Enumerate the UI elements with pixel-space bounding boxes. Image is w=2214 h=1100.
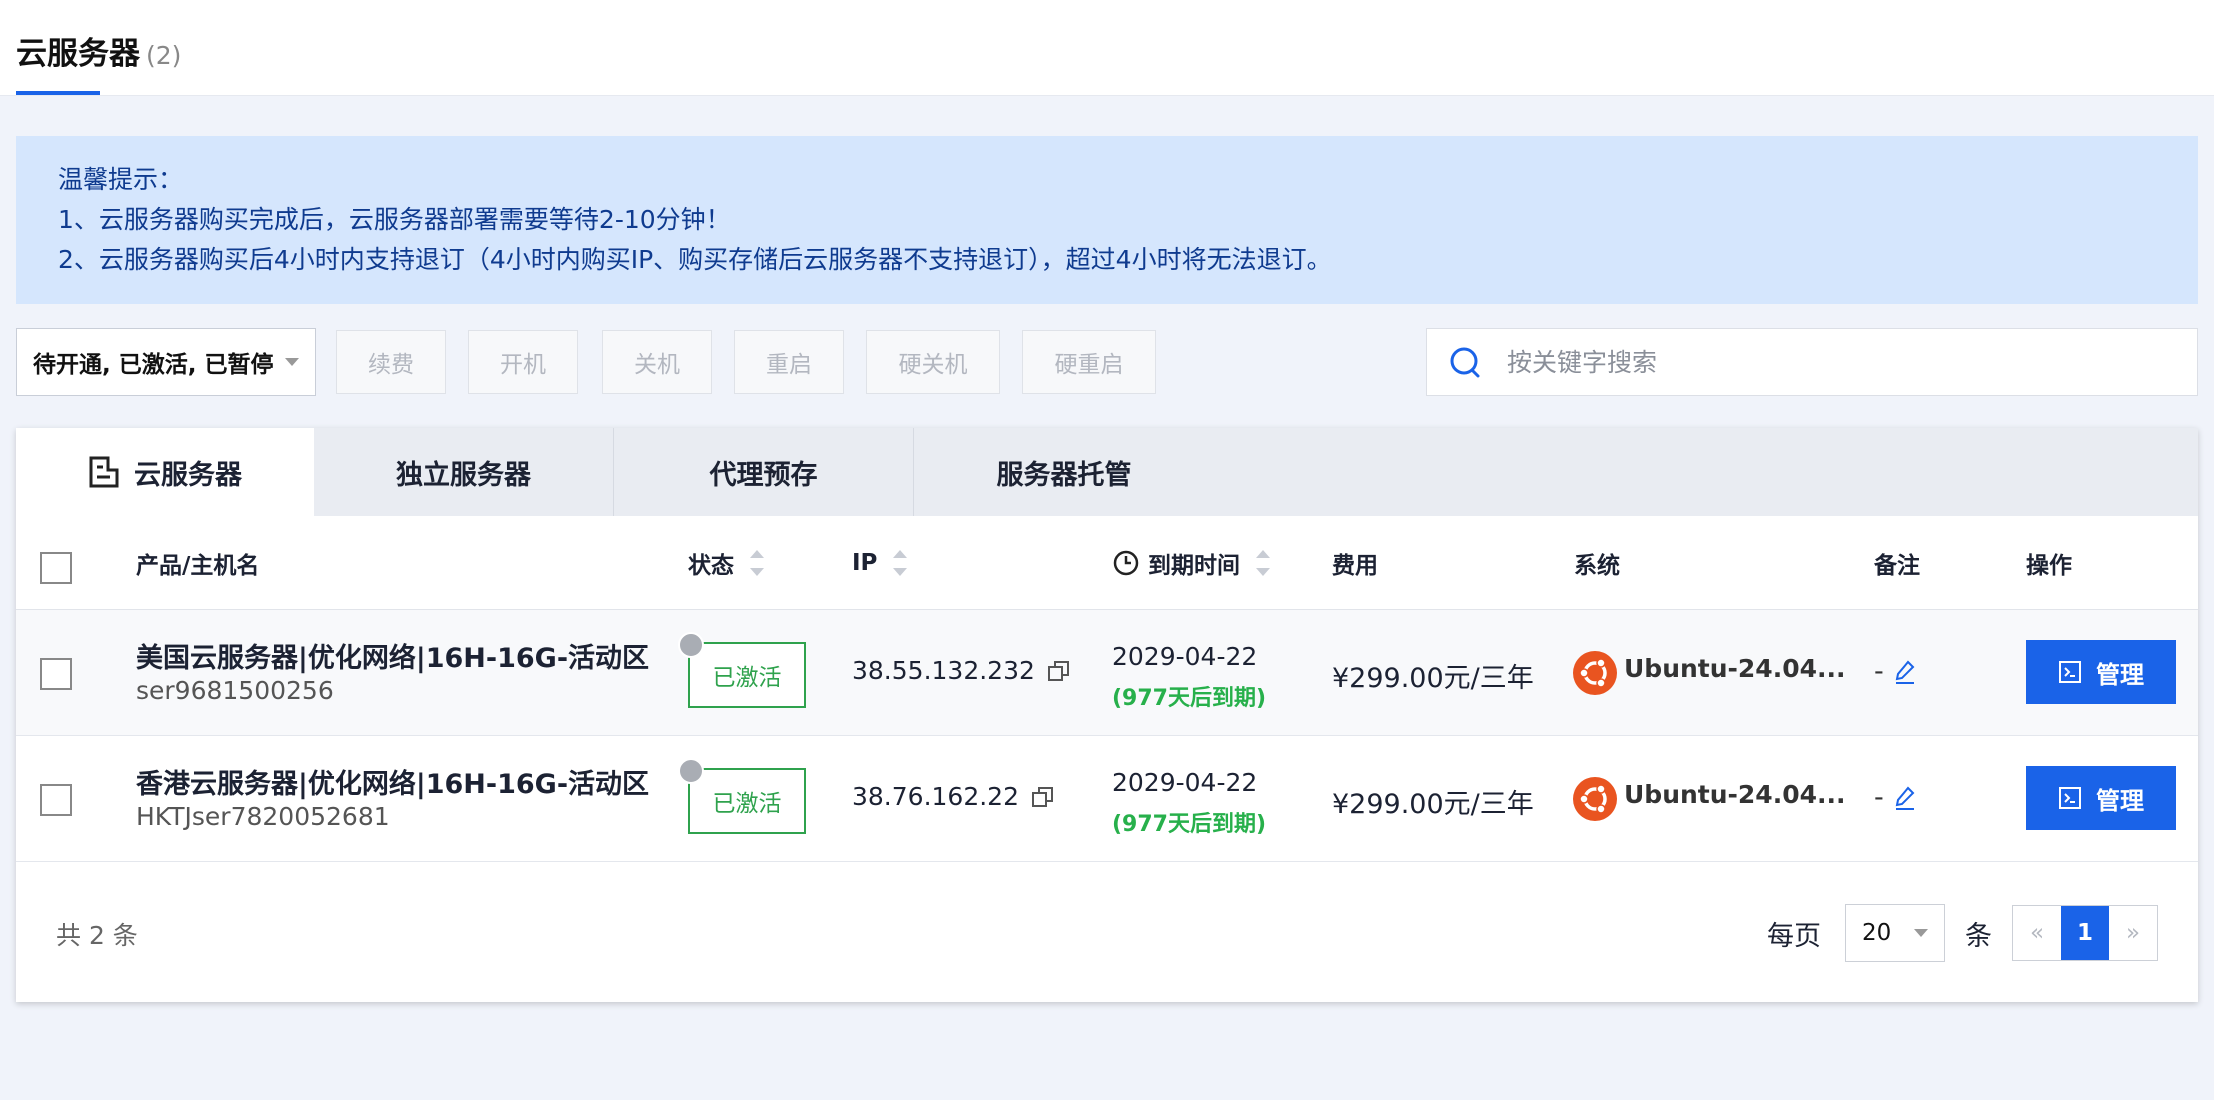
title-underline bbox=[16, 91, 100, 95]
tab-server-hosting[interactable]: 服务器托管 bbox=[914, 428, 1214, 516]
ip-address: 38.76.162.22 bbox=[852, 782, 1019, 811]
note-cell: - bbox=[1874, 656, 1916, 687]
prev-page-button[interactable]: « bbox=[2013, 906, 2061, 960]
toolbar: 待开通, 已激活, 已暂停 续费 开机 关机 重启 硬关机 硬重启 bbox=[16, 328, 2198, 396]
notice-line-1: 1、云服务器购买完成后，云服务器部署需要等待2-10分钟！ bbox=[58, 205, 731, 234]
note-value: - bbox=[1874, 656, 1884, 687]
terminal-icon bbox=[2059, 661, 2081, 683]
page-size-select[interactable]: 20 bbox=[1845, 904, 1945, 962]
column-status-label: 状态 bbox=[688, 553, 734, 579]
column-ip-label: IP bbox=[852, 550, 878, 576]
edit-pencil-icon[interactable] bbox=[1894, 785, 1916, 811]
power-off-button[interactable]: 关机 bbox=[602, 330, 712, 394]
restart-button[interactable]: 重启 bbox=[734, 330, 844, 394]
search-icon[interactable] bbox=[1449, 346, 1481, 378]
clock-icon bbox=[1113, 550, 1139, 576]
column-ip[interactable]: IP bbox=[852, 516, 908, 610]
pagination: 每页 20 条 « 1 » bbox=[1767, 904, 2158, 962]
row-checkbox[interactable] bbox=[40, 784, 72, 816]
column-note: 备注 bbox=[1874, 553, 1920, 579]
status-dot bbox=[678, 632, 704, 658]
status-filter-value: 待开通, 已激活, 已暂停 bbox=[33, 352, 274, 378]
manage-button-label: 管理 bbox=[2096, 660, 2144, 689]
hard-restart-button[interactable]: 硬重启 bbox=[1022, 330, 1156, 394]
manage-button[interactable]: 管理 bbox=[2026, 640, 2176, 704]
page-title: 云服务器 (2) bbox=[16, 28, 181, 73]
manage-button[interactable]: 管理 bbox=[2026, 766, 2176, 830]
expiry-remaining: (977天后到期) bbox=[1112, 812, 1267, 837]
ubuntu-icon bbox=[1573, 777, 1617, 821]
page-1-button[interactable]: 1 bbox=[2061, 906, 2109, 960]
column-expiry[interactable]: 到期时间 bbox=[1112, 516, 1270, 610]
sort-icon bbox=[893, 548, 908, 578]
product-name[interactable]: 香港云服务器|优化网络|16H-16G-活动区 bbox=[136, 762, 649, 801]
chevron-down-icon bbox=[285, 358, 299, 366]
ip-cell: 38.76.162.22 bbox=[852, 782, 1055, 811]
next-page-button[interactable]: » bbox=[2109, 906, 2157, 960]
os-name: Ubuntu-24.04... bbox=[1624, 780, 1846, 809]
power-on-button[interactable]: 开机 bbox=[468, 330, 578, 394]
sort-icon bbox=[750, 548, 764, 578]
tab-bar: 云服务器 独立服务器 代理预存 服务器托管 bbox=[16, 428, 2198, 516]
copy-icon[interactable] bbox=[1047, 659, 1071, 683]
chevron-down-icon bbox=[1914, 929, 1928, 937]
product-name[interactable]: 美国云服务器|优化网络|16H-16G-活动区 bbox=[136, 636, 649, 675]
os-name: Ubuntu-24.04... bbox=[1624, 654, 1846, 683]
ubuntu-icon bbox=[1573, 651, 1617, 695]
status-filter-select[interactable]: 待开通, 已激活, 已暂停 bbox=[16, 328, 316, 396]
column-fee: 费用 bbox=[1332, 553, 1378, 579]
column-action: 操作 bbox=[2026, 553, 2072, 579]
terminal-icon bbox=[2059, 787, 2081, 809]
ip-address: 38.55.132.232 bbox=[852, 656, 1035, 685]
table-row: 美国云服务器|优化网络|16H-16G-活动区 ser9681500256 已激… bbox=[16, 610, 2198, 736]
fee: ¥299.00元/三年 bbox=[1332, 663, 1534, 694]
page-title-count: (2) bbox=[146, 41, 182, 70]
status-badge: 已激活 bbox=[688, 768, 806, 834]
page-title-text: 云服务器 bbox=[16, 36, 140, 72]
notice-banner: 温馨提示： 1、云服务器购买完成后，云服务器部署需要等待2-10分钟！ 2、云服… bbox=[16, 136, 2198, 304]
fee: ¥299.00元/三年 bbox=[1332, 789, 1534, 820]
ip-cell: 38.55.132.232 bbox=[852, 656, 1071, 685]
select-all-checkbox[interactable] bbox=[40, 552, 72, 584]
expiry-date: 2029-04-22 bbox=[1112, 768, 1258, 797]
row-checkbox[interactable] bbox=[40, 658, 72, 690]
sort-icon bbox=[1256, 548, 1270, 578]
note-value: - bbox=[1874, 782, 1884, 813]
server-list-card: 云服务器 独立服务器 代理预存 服务器托管 产品/主机名 状态 IP 到期时间 … bbox=[16, 428, 2198, 1002]
notice-line-2: 2、云服务器购买后4小时内支持退订（4小时内购买IP、购买存储后云服务器不支持退… bbox=[58, 245, 1332, 274]
status-dot bbox=[678, 758, 704, 784]
copy-icon[interactable] bbox=[1031, 785, 1055, 809]
renew-button[interactable]: 续费 bbox=[336, 330, 446, 394]
note-cell: - bbox=[1874, 782, 1916, 813]
table-header: 产品/主机名 状态 IP 到期时间 费用 系统 备注 操作 bbox=[16, 516, 2198, 610]
tab-cloud-server-label: 云服务器 bbox=[134, 459, 242, 491]
page-header: 云服务器 (2) bbox=[0, 0, 2214, 96]
column-product: 产品/主机名 bbox=[136, 553, 260, 579]
host-name: HKTJser7820052681 bbox=[136, 802, 390, 831]
total-count: 共 2 条 bbox=[56, 921, 138, 950]
host-name: ser9681500256 bbox=[136, 676, 334, 705]
page-size-value: 20 bbox=[1862, 920, 1892, 946]
manage-button-label: 管理 bbox=[2096, 786, 2144, 815]
tab-dedicated-server[interactable]: 独立服务器 bbox=[314, 428, 614, 516]
column-expiry-label: 到期时间 bbox=[1148, 553, 1240, 579]
table-row: 香港云服务器|优化网络|16H-16G-活动区 HKTJser782005268… bbox=[16, 736, 2198, 862]
tab-proxy-prepaid[interactable]: 代理预存 bbox=[614, 428, 914, 516]
page-navigator: « 1 » bbox=[2012, 905, 2158, 961]
search-box bbox=[1426, 328, 2198, 396]
hard-power-off-button[interactable]: 硬关机 bbox=[866, 330, 1000, 394]
column-status[interactable]: 状态 bbox=[688, 516, 764, 610]
notice-title: 温馨提示： bbox=[58, 165, 184, 194]
tab-cloud-server[interactable]: 云服务器 bbox=[16, 428, 314, 516]
server-list-icon bbox=[89, 456, 119, 488]
search-input[interactable] bbox=[1507, 347, 2157, 377]
status-badge: 已激活 bbox=[688, 642, 806, 708]
expiry-date: 2029-04-22 bbox=[1112, 642, 1258, 671]
edit-pencil-icon[interactable] bbox=[1894, 659, 1916, 685]
expiry-remaining: (977天后到期) bbox=[1112, 686, 1267, 711]
per-page-label: 每页 bbox=[1767, 920, 1821, 952]
column-os: 系统 bbox=[1574, 553, 1620, 579]
per-page-unit: 条 bbox=[1965, 920, 1992, 952]
